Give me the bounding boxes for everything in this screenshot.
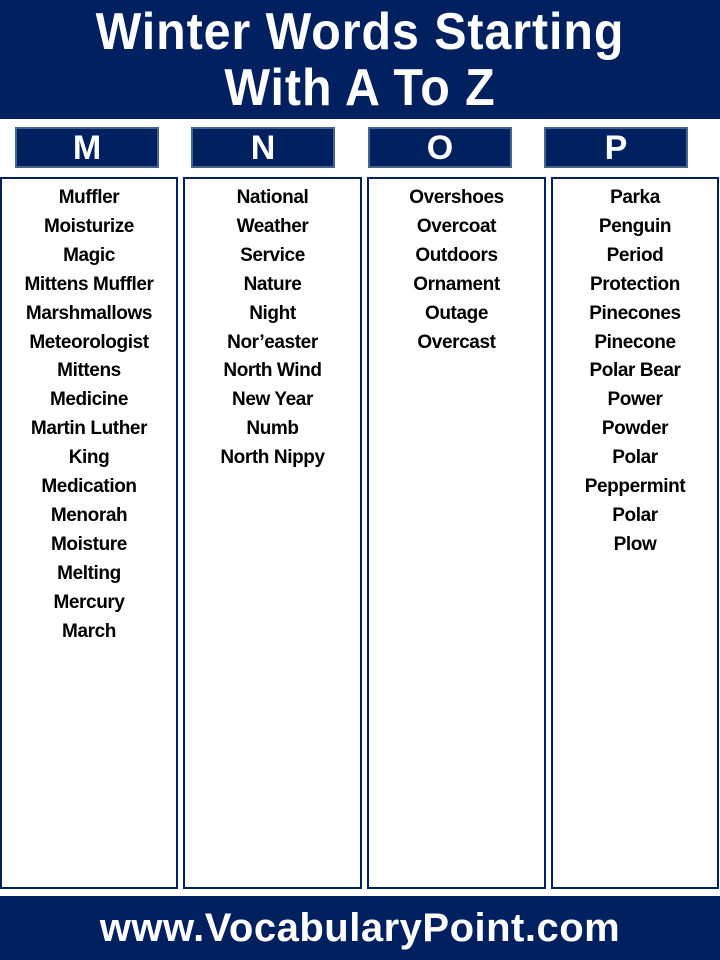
word-column-m: Muffler Moisturize Magic Mittens Muffler Mar… — [0, 177, 178, 889]
footer-banner: www.VocabularyPoint.com — [0, 896, 720, 960]
word-item: Pinecone — [594, 331, 676, 353]
word-item: Overcoat — [416, 215, 497, 237]
word-item: Weather — [236, 215, 309, 237]
letter-header-n: N — [191, 127, 335, 168]
word-item: Moisture — [51, 533, 127, 555]
word-column-p: Parka Penguin Period Protection Pinecones Pin… — [551, 177, 719, 889]
word-item: Mittens Muffler — [24, 273, 154, 295]
word-item: Service — [240, 244, 305, 266]
word-column-n: National Weather Service Nature Night Nor’eas… — [183, 177, 362, 889]
word-item: Night — [249, 302, 296, 324]
word-item: North Wind — [223, 360, 322, 382]
word-item: Outdoors — [415, 244, 498, 266]
word-item: Polar Bear — [589, 360, 681, 382]
title-line-2: With A To Z — [224, 59, 496, 117]
word-item: Overshoes — [409, 187, 504, 208]
word-item: Parka — [610, 187, 660, 208]
letter-header-p: P — [544, 127, 688, 168]
word-item: Pinecones — [589, 302, 681, 324]
word-item: Moisturize — [44, 215, 134, 237]
word-item: Mittens — [57, 360, 121, 382]
title-line-1: Winter Words Starting — [95, 3, 625, 61]
word-item: Period — [606, 244, 664, 266]
word-item: New Year — [232, 389, 313, 411]
letter-header-m: M — [15, 127, 159, 168]
word-item: Outage — [424, 302, 489, 324]
word-column-o: Overshoes Overcoat Outdoors Ornament Outage O… — [367, 177, 546, 889]
word-item: Muffler — [58, 187, 120, 208]
word-item: Plow — [613, 533, 657, 555]
word-item: Martin Luther — [30, 418, 148, 440]
word-item: Marshmallows — [25, 302, 153, 324]
word-item: Menorah — [50, 504, 128, 526]
word-item: Melting — [57, 562, 121, 584]
word-item: Magic — [63, 244, 115, 266]
title-banner: Winter Words Starting With A To Z — [0, 0, 720, 119]
word-item: Polar — [612, 504, 658, 526]
word-item: Numb — [246, 418, 299, 440]
word-item: National — [236, 187, 309, 208]
word-item: Meteorologist — [29, 331, 149, 353]
word-item: Medicine — [49, 389, 129, 411]
word-item: Peppermint — [584, 476, 686, 498]
word-item: Penguin — [598, 215, 672, 237]
word-item: Power — [607, 389, 663, 411]
word-item: Ornament — [413, 273, 500, 295]
word-item: King — [68, 447, 110, 469]
word-item: Polar — [612, 447, 658, 469]
word-item: Powder — [601, 418, 669, 440]
word-item: Nature — [243, 273, 302, 295]
word-item: Overcast — [417, 331, 496, 353]
word-item: March — [62, 620, 116, 642]
letter-header-o: O — [368, 127, 512, 168]
word-item: Mercury — [53, 591, 125, 613]
word-item: Nor’easter — [227, 331, 318, 353]
website-url: www.VocabularyPoint.com — [99, 906, 621, 950]
word-item: North Nippy — [220, 447, 325, 469]
word-item: Protection — [590, 273, 680, 295]
word-item: Medication — [41, 476, 137, 498]
